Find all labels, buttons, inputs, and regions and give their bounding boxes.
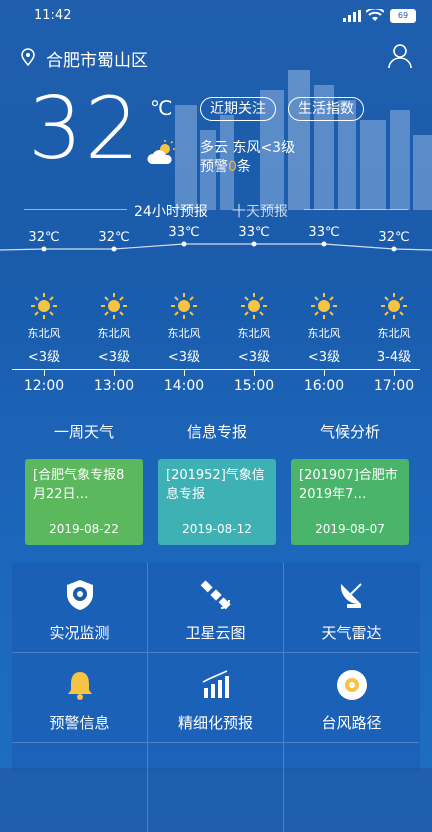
radar-dish-icon [340,583,362,608]
alert-count: 0 [228,159,237,175]
grid-item-label: 预警信息 [49,714,110,732]
tab-weekly-weather[interactable]: 一周天气 [24,421,144,442]
hourly-wind-direction: 东北风 [307,327,341,340]
hourly-temp: 33℃ [238,225,270,240]
sun-icon [101,293,127,319]
hourly-time: 13:00 [93,378,135,394]
satellite-icon [200,580,231,610]
report-card-date: 2019-08-07 [315,522,385,536]
weather-condition: 多云 东风<3级 [200,140,296,156]
tab-24h-forecast[interactable]: 24小时预报 [134,201,208,221]
report-card[interactable]: [201952]气象信息专报 2019-08-12 [158,459,276,545]
feature-grid: 实况监测 卫星云图 天气雷达 预警信息 精细化预报 台风路径 [12,563,420,832]
timeline-tick [44,369,45,376]
timeline-tick [324,369,325,376]
report-card[interactable]: [合肥气象专报8月22日… 2019-08-22 [25,459,143,545]
grid-item-radar[interactable]: 天气雷达 [284,563,419,653]
grid-item-live-monitoring[interactable]: 实况监测 [12,563,148,653]
city-skyline-image [175,70,432,210]
hourly-wind-direction: 东北风 [377,327,411,340]
status-time: 11:42 [34,8,72,23]
report-card[interactable]: [201907]合肥市2019年7… 2019-08-07 [291,459,409,545]
hourly-wind-level: <3级 [167,350,201,365]
current-temperature: 32 [28,79,142,179]
hourly-time: 14:00 [163,378,205,394]
timeline-axis [12,369,420,370]
location-pin-icon[interactable] [20,48,36,66]
tab-info-report[interactable]: 信息专报 [157,421,277,442]
grid-item-label: 实况监测 [49,624,110,642]
hourly-temp: 33℃ [168,225,200,240]
report-card-title: [合肥气象专报8月22日… [33,468,125,502]
grid-item-more[interactable] [148,743,284,832]
partly-cloudy-icon [147,140,175,164]
hourly-temp: 32℃ [378,230,410,245]
grid-item-label: 精细化预报 [177,714,253,732]
temperature-unit: ℃ [150,96,173,120]
hourly-temp: 33℃ [308,225,340,240]
grid-item-typhoon[interactable]: 台风路径 [284,653,419,743]
typhoon-icon [337,670,367,700]
sun-icon [381,293,407,319]
wifi-icon [366,9,384,21]
grid-item-satellite[interactable]: 卫星云图 [148,563,284,653]
hourly-wind-level: <3级 [27,350,61,365]
shield-monitor-icon [67,580,93,610]
grid-item-alerts[interactable]: 预警信息 [12,653,148,743]
hourly-time: 17:00 [373,378,415,394]
hourly-temp: 32℃ [28,230,60,245]
timeline-tick [394,369,395,376]
hourly-wind-direction: 东北风 [97,327,131,340]
life-index-button[interactable]: 生活指数 [288,97,364,121]
bar-chart-icon [202,670,229,698]
battery-icon: 69 [390,9,416,23]
timeline-tick [184,369,185,376]
user-profile-icon[interactable] [388,43,412,69]
tab-10day-forecast[interactable]: 十天预报 [232,201,288,221]
hourly-wind-direction: 东北风 [237,327,271,340]
timeline-tick [114,369,115,376]
divider [24,209,127,210]
grid-item-label: 台风路径 [321,714,382,732]
location-label[interactable]: 合肥市蜀山区 [46,46,148,71]
tab-climate-analysis[interactable]: 气候分析 [290,421,410,442]
report-card-title: [201907]合肥市2019年7… [299,468,398,502]
timeline-tick [254,369,255,376]
divider [304,209,408,210]
sun-icon [171,293,197,319]
alert-suffix: 条 [236,159,251,175]
hourly-wind-level: <3级 [97,350,131,365]
alert-summary[interactable]: 预警0条 [200,156,251,176]
sun-icon [311,293,337,319]
alert-label: 预警 [200,159,228,175]
grid-item-more[interactable] [12,743,148,832]
bell-icon [68,672,92,700]
hourly-time: 12:00 [23,378,65,394]
grid-item-label: 天气雷达 [321,624,382,642]
sun-icon [31,293,57,319]
hourly-wind-level: <3级 [307,350,341,365]
report-card-title: [201952]气象信息专报 [166,468,265,502]
hourly-temp: 32℃ [98,230,130,245]
report-card-date: 2019-08-22 [49,522,119,536]
status-bar: 11:42 69 [0,0,432,32]
hourly-wind-level: 3-4级 [376,350,412,365]
hourly-wind-direction: 东北风 [167,327,201,340]
report-card-date: 2019-08-12 [182,522,252,536]
sun-icon [241,293,267,319]
recent-focus-button[interactable]: 近期关注 [200,97,276,121]
grid-item-fine-forecast[interactable]: 精细化预报 [148,653,284,743]
hourly-wind-level: <3级 [237,350,271,365]
grid-item-label: 卫星云图 [185,624,246,642]
hourly-wind-direction: 东北风 [27,327,61,340]
hourly-time: 15:00 [233,378,275,394]
grid-item-more[interactable] [284,743,419,832]
hourly-time: 16:00 [303,378,345,394]
signal-icon [343,10,361,22]
